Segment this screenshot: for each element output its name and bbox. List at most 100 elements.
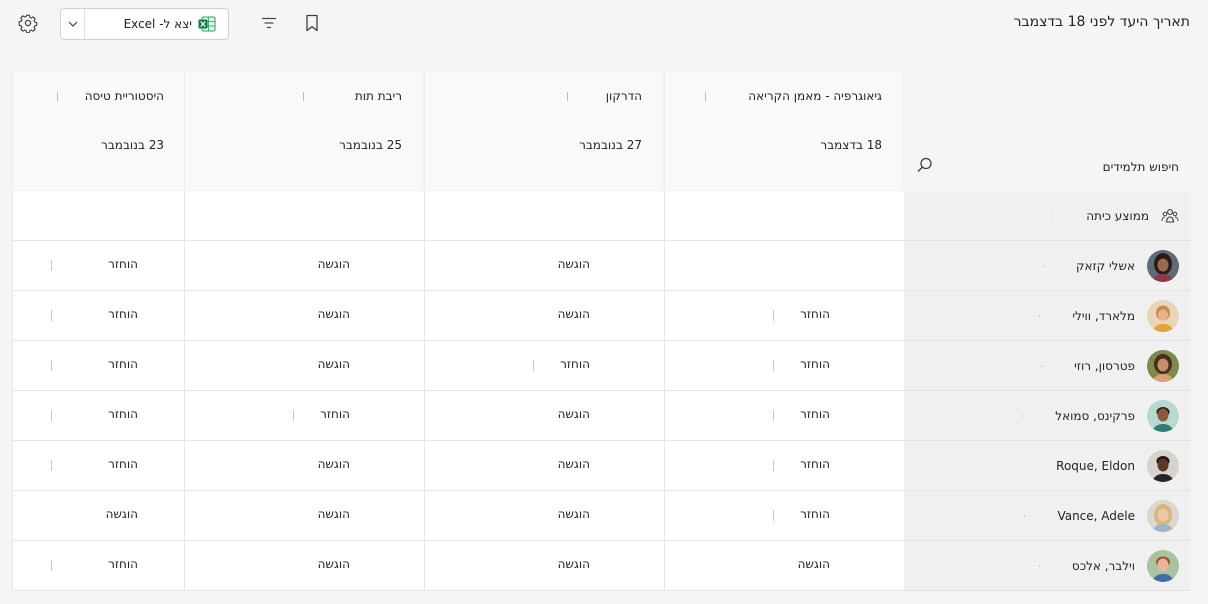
- submission-status: הוגשה: [557, 557, 590, 571]
- submission-status: הוגשה: [557, 507, 590, 521]
- grade-cell[interactable]: הוגשה: [184, 291, 424, 341]
- student-name-cell[interactable]: Vance, Adele: [904, 491, 1191, 541]
- student-name-cell[interactable]: אשלי קזאק: [904, 241, 1191, 291]
- assignment-title: הדרקון: [605, 89, 642, 103]
- cell-divider-mark: [51, 560, 52, 571]
- excel-icon: [198, 16, 216, 32]
- grade-cell[interactable]: הוחזר: [184, 391, 424, 441]
- student-name: פטרסון, רוזי: [1074, 358, 1135, 373]
- student-row: פטרסון, רוזי הוחזר הוחזר הוגשה הוחזר: [12, 341, 1191, 391]
- grade-cell[interactable]: הוגשה: [184, 341, 424, 391]
- cell-divider-mark: [773, 460, 774, 471]
- grade-cell[interactable]: הוגשה: [424, 541, 664, 591]
- grade-cell[interactable]: הוחזר: [664, 441, 904, 491]
- submission-status: הוגשה: [317, 357, 350, 371]
- grade-cell[interactable]: הוגשה: [184, 491, 424, 541]
- class-average-cell[interactable]: ממוצע כיתה: [904, 191, 1191, 241]
- submission-status: הוגשה: [317, 557, 350, 571]
- class-average-grade-cell[interactable]: [424, 191, 664, 241]
- grade-cell[interactable]: הוחזר: [12, 391, 184, 441]
- grade-cell[interactable]: הוחזר: [12, 241, 184, 291]
- cell-divider-mark: [51, 410, 52, 421]
- class-average-grade-cell[interactable]: [184, 191, 424, 241]
- export-to-excel-button[interactable]: יצא ל- Excel: [85, 9, 228, 39]
- student-name-cell[interactable]: וילבר, אלכס: [904, 541, 1191, 591]
- filter-button[interactable]: [258, 12, 280, 34]
- assignment-due-date: 25 בנובמבר: [339, 138, 402, 152]
- export-to-excel-split-button: יצא ל- Excel: [60, 8, 229, 40]
- avatar: [1147, 399, 1179, 432]
- grade-cell[interactable]: הוגשה: [424, 491, 664, 541]
- grade-cell[interactable]: הוחזר: [12, 441, 184, 491]
- grade-cell[interactable]: הוחזר: [12, 291, 184, 341]
- grade-cell[interactable]: הוגשה: [424, 441, 664, 491]
- class-average-grade-cell[interactable]: [12, 191, 184, 241]
- assignment-column-header[interactable]: היסטוריית טיסה 23 בנובמבר: [12, 71, 184, 190]
- bookmark-button[interactable]: [302, 12, 322, 34]
- export-options-button[interactable]: [61, 9, 85, 39]
- submission-status: הוחזר: [800, 457, 830, 471]
- submission-status: הוחזר: [800, 407, 830, 421]
- submission-status: הוגשה: [317, 257, 350, 271]
- assignment-column-header[interactable]: הדרקון 27 בנובמבר: [424, 71, 662, 190]
- grade-cell[interactable]: הוחזר: [664, 341, 904, 391]
- submission-status: הוגשה: [557, 307, 590, 321]
- gear-icon: [18, 14, 38, 33]
- student-row: מלארד, ווילי הוחזר הוגשה הוגשה הוחזר: [12, 291, 1191, 341]
- grade-cell[interactable]: הוגשה: [424, 391, 664, 441]
- grade-cell[interactable]: הוגשה: [184, 441, 424, 491]
- submission-status: הוחזר: [800, 307, 830, 321]
- name-divider-mark: [1038, 564, 1040, 567]
- search-icon[interactable]: [916, 156, 934, 174]
- cell-divider-mark: [773, 360, 774, 371]
- student-search-header: חיפוש תלמידים: [904, 71, 1191, 190]
- submission-status: הוחזר: [108, 557, 138, 571]
- grade-cell[interactable]: הוגשה: [664, 541, 904, 591]
- student-name-cell[interactable]: פרקינס, סמואל: [904, 391, 1191, 441]
- grade-cell[interactable]: הוגשה: [424, 241, 664, 291]
- cell-divider-mark: [773, 510, 774, 521]
- class-average-grade-cell[interactable]: [664, 191, 904, 241]
- cell-divider-mark: [773, 410, 774, 421]
- submission-status: הוגשה: [797, 557, 830, 571]
- assignment-column-header[interactable]: ריבת תות 25 בנובמבר: [184, 71, 422, 190]
- submission-status: הוגשה: [557, 457, 590, 471]
- student-name-cell[interactable]: פטרסון, רוזי: [904, 341, 1191, 391]
- grade-cell[interactable]: הוחזר: [12, 541, 184, 591]
- student-name: מלארד, ווילי: [1072, 308, 1135, 323]
- student-name: אשלי קזאק: [1075, 258, 1135, 273]
- assignment-title: גיאוגרפיה - מאמן הקריאה: [748, 89, 882, 103]
- grade-cell[interactable]: הוגשה: [184, 541, 424, 591]
- assignment-due-date: 27 בנובמבר: [579, 138, 642, 152]
- submission-status: הוחזר: [108, 257, 138, 271]
- column-divider-mark: [57, 92, 58, 101]
- student-name: Vance, Adele: [1057, 508, 1135, 523]
- grade-cell[interactable]: הוחזר: [664, 491, 904, 541]
- settings-button[interactable]: [16, 11, 40, 35]
- class-average-icon: [1161, 208, 1179, 223]
- student-row: Roque, Eldon הוחזר הוגשה הוגשה הוחזר: [12, 441, 1191, 491]
- grade-cell[interactable]: [664, 241, 904, 291]
- grade-cell[interactable]: הוחזר: [664, 291, 904, 341]
- submission-status: הוגשה: [317, 457, 350, 471]
- cell-divider-mark: [293, 410, 294, 421]
- name-divider-mark: [1022, 414, 1024, 417]
- submission-status: הוגשה: [557, 257, 590, 271]
- avatar: [1147, 249, 1179, 282]
- grade-cell[interactable]: הוחזר: [664, 391, 904, 441]
- submission-status: הוחזר: [560, 357, 590, 371]
- student-name-cell[interactable]: Roque, Eldon: [904, 441, 1191, 491]
- cell-divider-mark: [51, 360, 52, 371]
- grade-cell[interactable]: הוחזר: [12, 341, 184, 391]
- cell-divider-mark: [51, 260, 52, 271]
- grade-cell[interactable]: הוחזר: [424, 341, 664, 391]
- assignment-column-header[interactable]: גיאוגרפיה - מאמן הקריאה 18 בדצמבר: [664, 71, 902, 190]
- student-name: פרקינס, סמואל: [1055, 408, 1135, 423]
- grade-cell[interactable]: הוגשה: [424, 291, 664, 341]
- grade-cell[interactable]: הוגשה: [12, 491, 184, 541]
- submission-status: הוחזר: [108, 457, 138, 471]
- grade-cell[interactable]: הוגשה: [184, 241, 424, 291]
- toolbar: תאריך היעד לפני 18 בדצמבר יצא ל- Excel: [0, 0, 1208, 48]
- student-name-cell[interactable]: מלארד, ווילי: [904, 291, 1191, 341]
- student-name: Roque, Eldon: [1056, 458, 1135, 473]
